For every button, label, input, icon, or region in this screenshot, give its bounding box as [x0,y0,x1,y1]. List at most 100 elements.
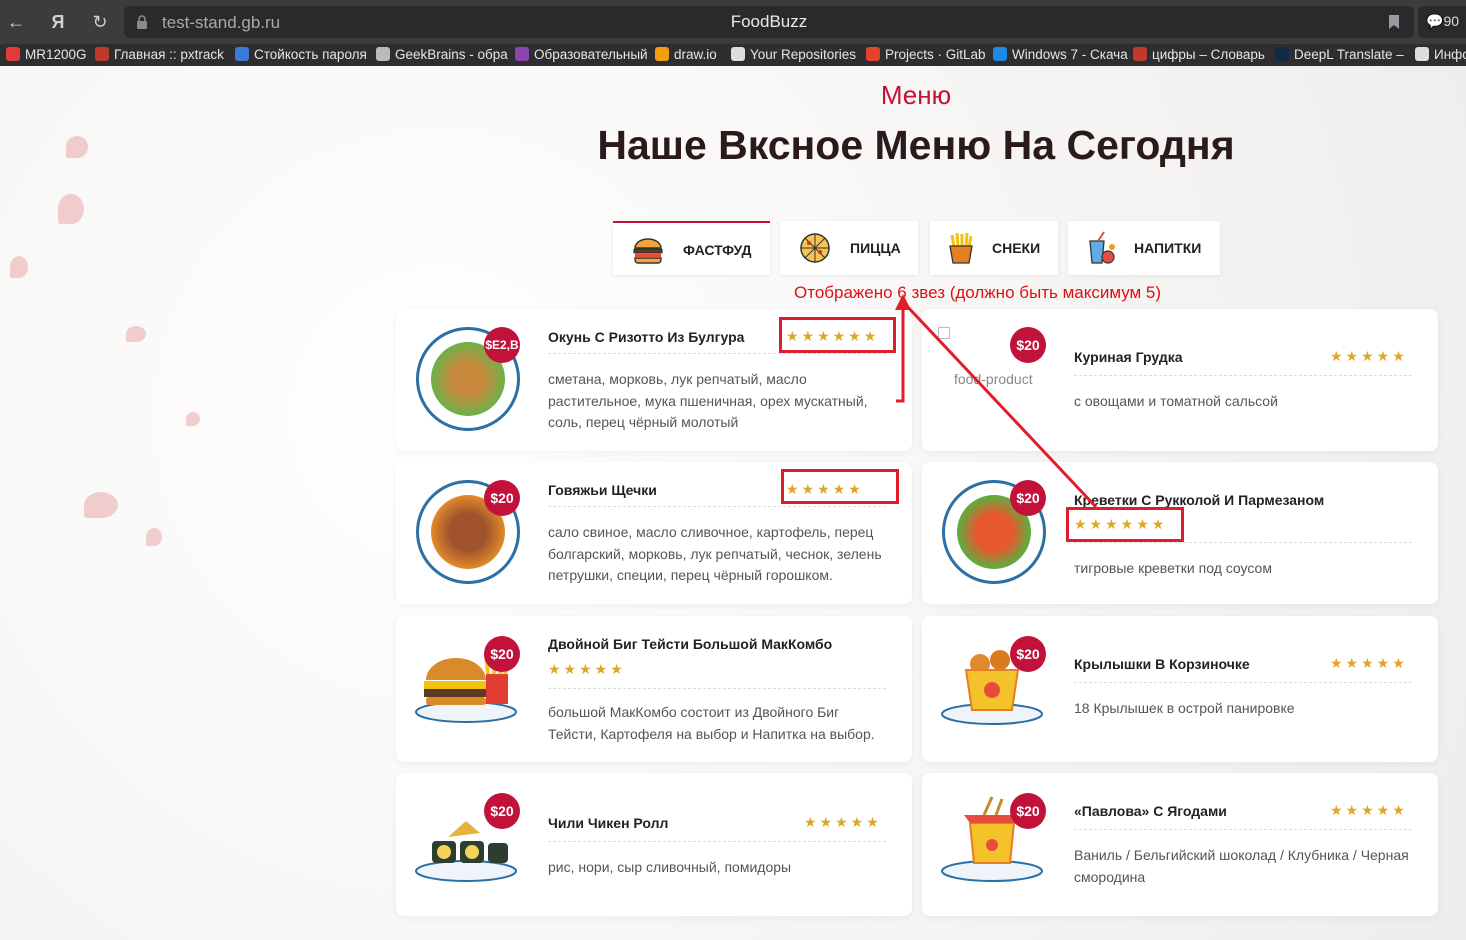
bookmark-item[interactable]: GeekBrains - обра [376,46,508,64]
divider [1074,829,1412,830]
dish-description: рис, нори, сыр сливочный, помидоры [548,859,792,875]
bookmark-item[interactable]: Инфо [1415,46,1466,64]
price-badge: $20 [484,636,520,672]
tab-label: ПИЦЦА [850,240,901,256]
bookmark-favicon-icon [1133,47,1147,61]
divider [548,688,886,689]
petal-decoration [58,194,84,224]
bookmark-favicon-icon [655,47,669,61]
bookmark-item[interactable]: цифры – Словарь [1133,46,1265,64]
dish-name: Куриная Грудка [1074,349,1183,365]
dish-card[interactable]: $20 Крылышки В Корзиночке ★★★★★ 18 Крылы… [922,616,1438,762]
tab-fastfood[interactable]: ФАСТФУД [613,221,770,275]
bookmark-favicon-icon [515,47,529,61]
dish-name: Окунь С Ризотто Из Булгура [548,329,745,345]
broken-image-icon [938,327,950,339]
bookmark-item[interactable]: Projects · GitLab [866,46,986,64]
petal-decoration [84,492,118,518]
reload-icon[interactable]: ↻ [88,10,112,34]
burger-icon [633,238,663,264]
pizza-icon [800,233,830,263]
bookmark-item[interactable]: MR1200G [6,46,87,64]
section-heading: Наше Вксное Меню На Сегодня [597,122,1235,168]
price-badge: $20 [1010,327,1046,363]
petal-decoration [126,326,146,342]
bookmark-favicon-icon [6,47,20,61]
bookmark-item[interactable]: DeepL Translate – [1275,46,1404,64]
bookmark-favicon-icon [235,47,249,61]
section-label: Меню [880,80,952,110]
bookmarks-bar: MR1200G Главная :: pxtrack Стойкость пар… [0,44,1466,66]
rating-stars: ★★★★★ [1330,655,1408,671]
page-title: FoodBuzz [730,12,808,31]
rating-stars: ★★★★★ [1330,802,1408,818]
yandex-logo-icon[interactable]: Я [46,10,70,34]
bookmark-favicon-icon [731,47,745,61]
extension-button[interactable]: 💬90 [1418,6,1466,38]
bookmark-item[interactable]: Windows 7 - Скача [993,46,1128,64]
tab-pizza[interactable]: ПИЦЦА [780,221,918,275]
comment-icon: 💬 [1426,13,1444,29]
divider [548,841,886,842]
highlight-box [1066,507,1184,542]
bookmark-item[interactable]: Главная :: pxtrack [95,46,224,64]
dish-card[interactable]: $20 «Павлова» С Ягодами ★★★★★ Ваниль / Б… [922,773,1438,916]
dish-description: большой МакКомбо состоит из Двойного Биг… [548,704,875,742]
divider [1074,682,1412,683]
image-alt-text: food-product [954,371,1033,387]
divider [548,506,886,507]
bug-annotation-text: Отображено 6 звез (должно быть максимум … [794,283,1162,302]
page-content: Меню Наше Вксное Меню На Сегодня ФАСТФУД… [0,66,1466,940]
bookmark-favicon-icon [1275,47,1289,61]
price-badge: $20 [1010,636,1046,672]
tab-drinks[interactable]: НАПИТКИ [1068,221,1220,275]
bookmark-favicon-icon [866,47,880,61]
price-badge: $20 [484,793,520,829]
tab-label: СНЕКИ [992,240,1041,256]
dish-card[interactable]: food-product $20 Куриная Грудка ★★★★★ с … [922,309,1438,451]
divider [548,353,886,354]
price-badge: $20 [1010,480,1046,516]
tab-snacks[interactable]: СНЕКИ [930,221,1058,275]
highlight-box [779,317,896,353]
dish-name: Говяжьи Щечки [548,482,657,498]
dish-name: Чили Чикен Ролл [548,815,669,831]
bookmark-favicon-icon [993,47,1007,61]
price-badge: $E2,B [484,327,520,363]
bookmark-item[interactable]: Стойкость пароля [235,46,367,64]
fries-icon [949,232,973,264]
rating-stars: ★★★★★ [548,661,626,677]
rating-stars: ★★★★★ [1330,348,1408,364]
bookmark-icon[interactable] [1388,14,1400,30]
dish-name: Крылышки В Корзиночке [1074,656,1250,672]
dish-description: Ваниль / Бельгийский шоколад / Клубника … [1074,847,1409,885]
dish-description: сало свиное, масло сливочное, картофель,… [548,524,882,583]
divider [1074,375,1412,376]
petal-decoration [146,528,162,546]
price-badge: $20 [1010,793,1046,829]
dish-description: тигровые креветки под соусом [1074,560,1272,576]
tab-label: ФАСТФУД [683,242,752,258]
dish-card[interactable]: $20 Чили Чикен Ролл ★★★★★ рис, нори, сыр… [396,773,912,916]
dish-name: Двойной Биг Тейсти Большой МакКомбо [548,636,833,652]
bookmark-favicon-icon [1415,47,1429,61]
back-arrow-icon[interactable]: ← [4,10,28,34]
dish-name: «Павлова» С Ягодами [1074,803,1227,819]
dish-card[interactable]: $20 Двойной Биг Тейсти Большой МакКомбо … [396,616,912,762]
address-bar[interactable]: test-stand.gb.ru FoodBuzz [124,6,1414,38]
bookmark-item[interactable]: draw.io [655,46,717,64]
extension-badge: 90 [1443,13,1460,29]
dish-description: 18 Крылышек в острой панировке [1074,700,1295,716]
bookmark-item[interactable]: Образовательный [515,46,648,64]
dish-description: сметана, морковь, лук репчатый, масло ра… [548,371,868,430]
highlight-box [781,469,899,504]
tab-label: НАПИТКИ [1134,240,1202,256]
bookmark-favicon-icon [376,47,390,61]
petal-decoration [186,412,200,426]
bookmark-item[interactable]: Your Repositories [731,46,856,64]
bookmark-favicon-icon [95,47,109,61]
dish-name: Креветки С Рукколой И Пармезаном [1074,492,1325,508]
price-badge: $20 [484,480,520,516]
petal-decoration [10,256,28,278]
browser-toolbar: ← Я ↻ test-stand.gb.ru FoodBuzz 💬90 [0,0,1466,44]
